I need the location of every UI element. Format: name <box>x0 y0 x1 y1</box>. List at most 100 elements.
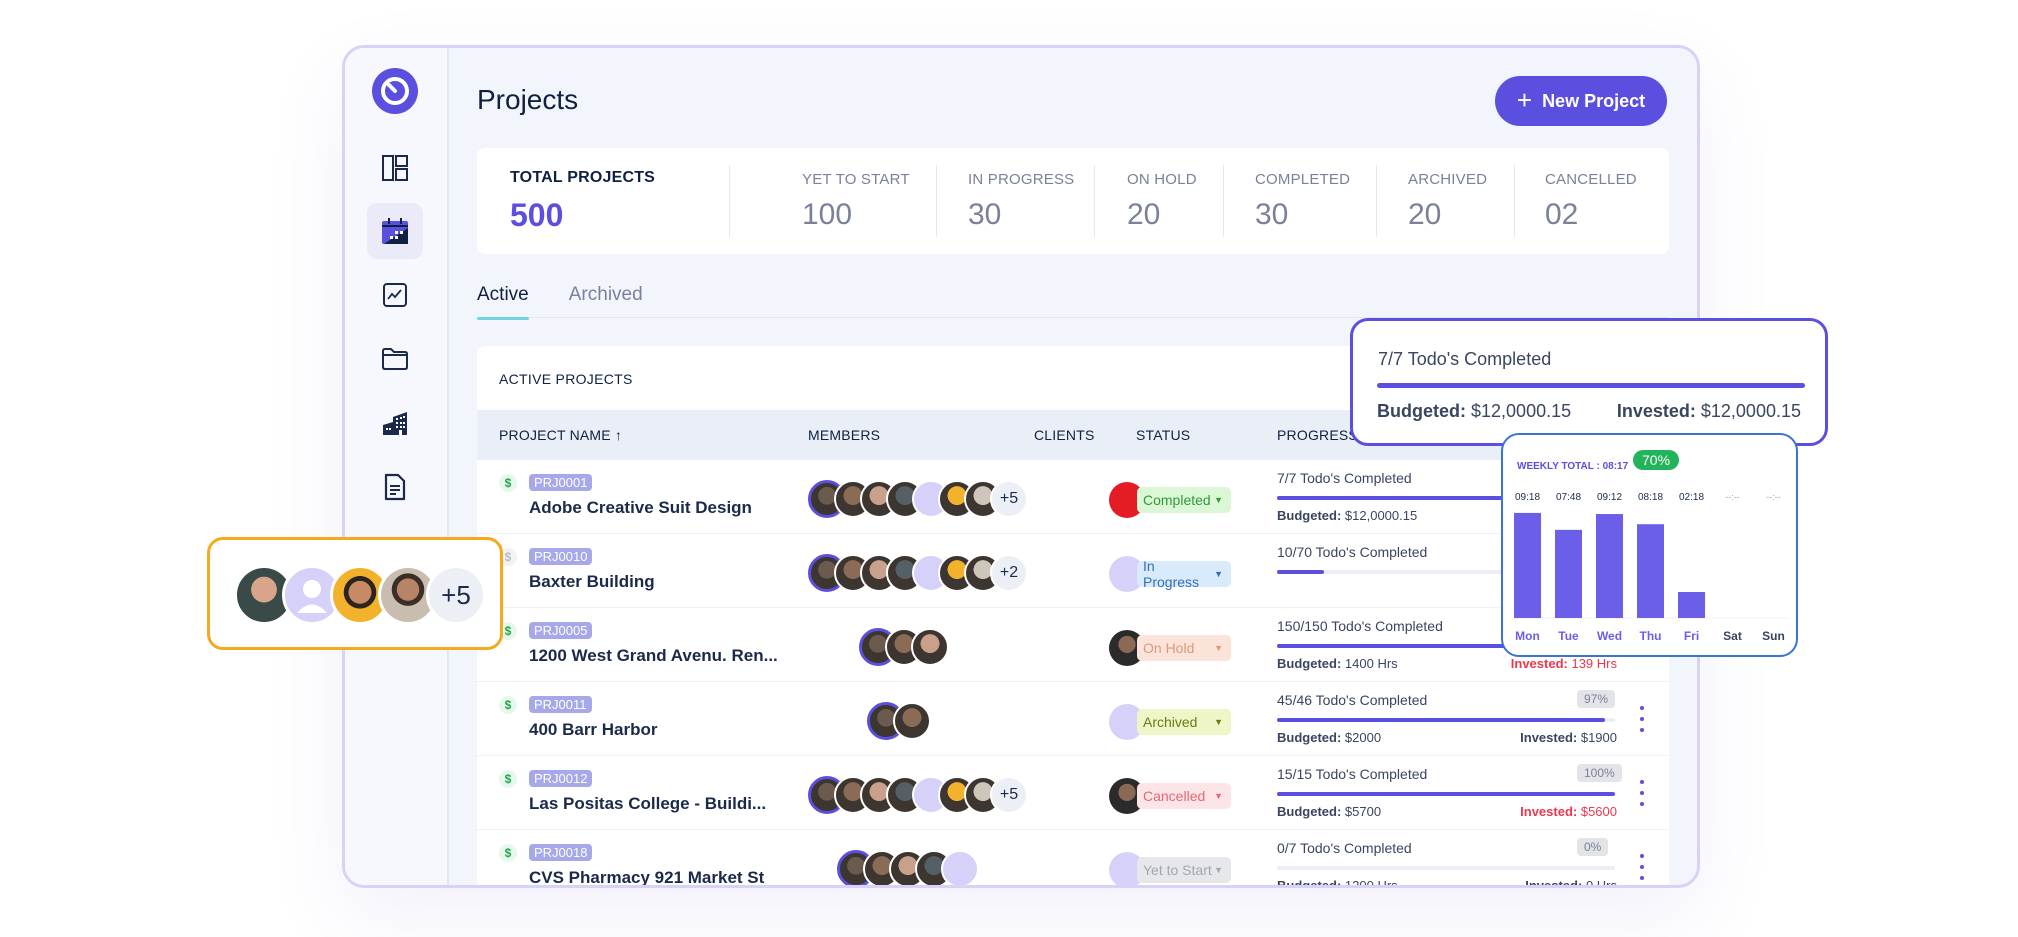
more-members-badge[interactable]: +5 <box>990 480 1028 518</box>
status-dropdown[interactable]: Archived ▼ <box>1137 709 1231 735</box>
stat-value: 20 <box>1408 197 1442 231</box>
building-icon <box>383 412 407 435</box>
tab-active[interactable]: Active <box>477 284 529 320</box>
more-members-badge[interactable]: +5 <box>990 776 1028 814</box>
weekly-bar-chart: 09:18 Mon 07:48 Tue 09:12 Wed 08:18 Thu 02:18 Fri… <box>1511 492 1788 643</box>
status-dropdown[interactable]: On Hold ▼ <box>1137 635 1231 661</box>
column-status: STATUS <box>1136 427 1191 443</box>
todo-progress-text: 7/7 Todo's Completed <box>1277 470 1412 486</box>
table-row[interactable]: $ PRJ0011 400 Barr Harbor Archived ▼ 45/… <box>477 682 1669 756</box>
members-avatar-group[interactable] <box>837 850 979 885</box>
project-name[interactable]: Baxter Building <box>529 572 655 592</box>
stat-total-projects: TOTAL PROJECTS 500 <box>477 165 729 237</box>
invested-value: $5600 <box>1580 804 1617 819</box>
sidebar-item-dashboard[interactable] <box>367 140 423 196</box>
budgeted-value: $12,0000.15 <box>1344 508 1418 523</box>
tab-archived[interactable]: Archived <box>569 284 643 318</box>
invested-label: Invested: <box>1525 878 1583 888</box>
status-dropdown[interactable]: Cancelled ▼ <box>1137 783 1231 809</box>
status-dropdown[interactable]: Completed ▼ <box>1137 487 1231 513</box>
stat-yet-to-start[interactable]: YET TO START 100 <box>729 165 936 237</box>
sidebar-item-documents[interactable] <box>367 459 423 515</box>
member-avatar[interactable] <box>941 850 979 885</box>
more-members-badge[interactable]: +5 <box>426 565 486 625</box>
invested-amount: Invested: $1900 <box>1520 730 1617 745</box>
row-actions-kebab-icon[interactable] <box>1637 854 1647 880</box>
stat-completed[interactable]: COMPLETED 30 <box>1223 165 1376 237</box>
value-label-tue: 07:48 <box>1556 492 1581 503</box>
project-name[interactable]: Adobe Creative Suit Design <box>529 498 752 518</box>
stat-label: YET TO START <box>802 170 910 188</box>
value-label-sat: --:-- <box>1725 492 1740 502</box>
table-row[interactable]: $ PRJ0005 1200 West Grand Avenu. Ren... … <box>477 608 1669 682</box>
status-dropdown[interactable]: Yet to Start ▼ <box>1137 857 1231 883</box>
members-avatar-group[interactable]: +2 <box>808 554 1028 594</box>
project-name[interactable]: 1200 West Grand Avenu. Ren... <box>529 646 778 666</box>
status-dropdown[interactable]: In Progress ▼ <box>1137 558 1231 590</box>
project-id: PRJ0005 <box>529 622 593 639</box>
caret-down-icon: ▼ <box>1214 717 1223 727</box>
stat-label: ARCHIVED <box>1408 170 1488 188</box>
stat-cancelled[interactable]: CANCELLED 02 <box>1514 165 1654 237</box>
budgeted-label: Budgeted: <box>1277 508 1342 523</box>
stat-in-progress[interactable]: IN PROGRESS 30 <box>936 165 1094 237</box>
timer-logo-icon[interactable] <box>372 68 418 114</box>
project-id: PRJ0011 <box>529 696 592 713</box>
more-members-badge[interactable]: +2 <box>990 554 1028 592</box>
members-avatar-group[interactable]: +5 <box>808 776 1028 816</box>
stat-value: 02 <box>1545 197 1579 231</box>
value-label-thu: 08:18 <box>1638 492 1663 503</box>
bar-wed[interactable] <box>1596 514 1623 618</box>
progress-percent-badge: 0% <box>1577 838 1609 856</box>
table-row[interactable]: $ PRJ0018 CVS Pharmacy 921 Market St Yet… <box>477 830 1669 888</box>
caret-down-icon: ▼ <box>1214 569 1223 579</box>
members-avatar-group[interactable] <box>867 702 931 742</box>
table-row[interactable]: $ PRJ0012 Las Positas College - Buildi..… <box>477 756 1669 830</box>
project-id: PRJ0018 <box>529 844 593 861</box>
progress-fill <box>1377 383 1805 388</box>
new-project-button[interactable]: + New Project <box>1495 76 1667 126</box>
bar-tue[interactable] <box>1555 529 1582 618</box>
stat-value: 30 <box>1255 197 1289 231</box>
sidebar-item-clients[interactable] <box>367 395 423 451</box>
table-row[interactable]: $ PRJ0010 Baxter Building +2 In Progress… <box>477 534 1669 608</box>
project-name[interactable]: 400 Barr Harbor <box>529 720 658 740</box>
row-actions-kebab-icon[interactable] <box>1637 706 1647 732</box>
budgeted-label: Budgeted: <box>1277 804 1342 819</box>
row-actions-kebab-icon[interactable] <box>1637 780 1647 806</box>
stat-on-hold[interactable]: ON HOLD 20 <box>1094 165 1223 237</box>
todo-progress-bar <box>1277 866 1615 870</box>
stat-archived[interactable]: ARCHIVED 20 <box>1376 165 1514 237</box>
todo-progress-bar <box>1277 792 1615 796</box>
sidebar-item-projects[interactable] <box>367 203 423 259</box>
document-icon <box>384 473 406 501</box>
progress-percent-badge: 100% <box>1577 764 1622 782</box>
caret-down-icon: ▼ <box>1214 791 1223 801</box>
column-project-name[interactable]: PROJECT NAME ↑ <box>499 427 622 443</box>
billable-dollar-icon: $ <box>499 474 517 492</box>
project-name[interactable]: CVS Pharmacy 921 Market St <box>529 868 764 885</box>
project-name[interactable]: Las Positas College - Buildi... <box>529 794 766 814</box>
todo-progress-text: 15/15 Todo's Completed <box>1277 766 1428 782</box>
stat-label: CANCELLED <box>1545 170 1637 188</box>
bar-fri[interactable] <box>1678 592 1705 618</box>
budgeted-amount: Budgeted: 1400 Hrs <box>1277 656 1398 671</box>
sidebar-item-reports[interactable] <box>367 267 423 323</box>
members-avatar-group[interactable] <box>859 628 949 668</box>
bar-thu[interactable] <box>1637 524 1664 618</box>
bar-mon[interactable] <box>1514 512 1541 618</box>
tick-label-wed: Wed <box>1597 629 1622 643</box>
member-avatar[interactable] <box>911 628 949 666</box>
members-avatar-group[interactable]: +5 <box>808 480 1028 520</box>
table-row[interactable]: $ PRJ0001 Adobe Creative Suit Design +5 … <box>477 460 1669 534</box>
progress-callout: 7/7 Todo's Completed Budgeted: $12,0000.… <box>1350 318 1828 446</box>
project-id: PRJ0012 <box>529 770 593 787</box>
budgeted-label: Budgeted: <box>1277 878 1342 888</box>
status-label: In Progress <box>1143 558 1200 590</box>
billable-dollar-icon: $ <box>499 696 517 714</box>
stat-value: 20 <box>1127 197 1161 231</box>
budgeted-amount: Budgeted: 1200 Hrs <box>1277 878 1398 888</box>
member-avatar[interactable] <box>893 702 931 740</box>
sidebar-item-files[interactable] <box>367 331 423 387</box>
budgeted-value: 1400 Hrs <box>1344 656 1398 671</box>
